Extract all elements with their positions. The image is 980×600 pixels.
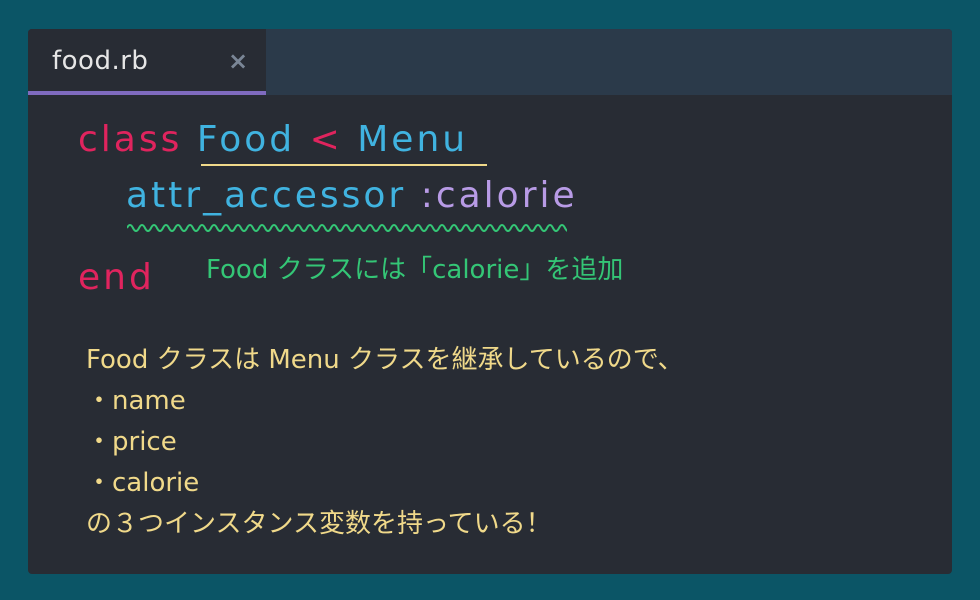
inherit-operator: < (309, 119, 343, 160)
symbol: :calorie (420, 175, 578, 216)
description: Food クラスは Menu クラスを継承しているので、 ・name ・pric… (86, 340, 684, 545)
wavy-underline (127, 224, 567, 232)
list-item: ・calorie (86, 468, 200, 498)
tab-bar: food.rb × (28, 29, 952, 95)
class-name: Food (196, 119, 296, 160)
keyword-end: end (78, 257, 155, 298)
list-item: ・price (86, 427, 177, 457)
editor-window: food.rb × class Food < Menu attr_accesso… (28, 29, 952, 574)
code-area: class Food < Menu attr_accessor :calorie… (28, 29, 575, 298)
annotation-note: Food クラスには「calorie」を追加 (206, 255, 624, 285)
close-icon[interactable]: × (228, 47, 248, 75)
description-outro: の３つインスタンス変数を持っている！ (86, 509, 552, 539)
class-declaration-underline (201, 164, 487, 166)
code-line-2: attr_accessor :calorie (126, 175, 578, 216)
code-line-3: end (78, 257, 155, 298)
code-line-1: class Food < Menu (78, 119, 468, 160)
method-name: attr_accessor (126, 175, 407, 216)
list-item: ・name (86, 386, 186, 416)
description-intro: Food クラスは Menu クラスを継承しているので、 (86, 345, 684, 375)
keyword-class: class (78, 119, 183, 160)
parent-class-name: Menu (357, 119, 469, 160)
